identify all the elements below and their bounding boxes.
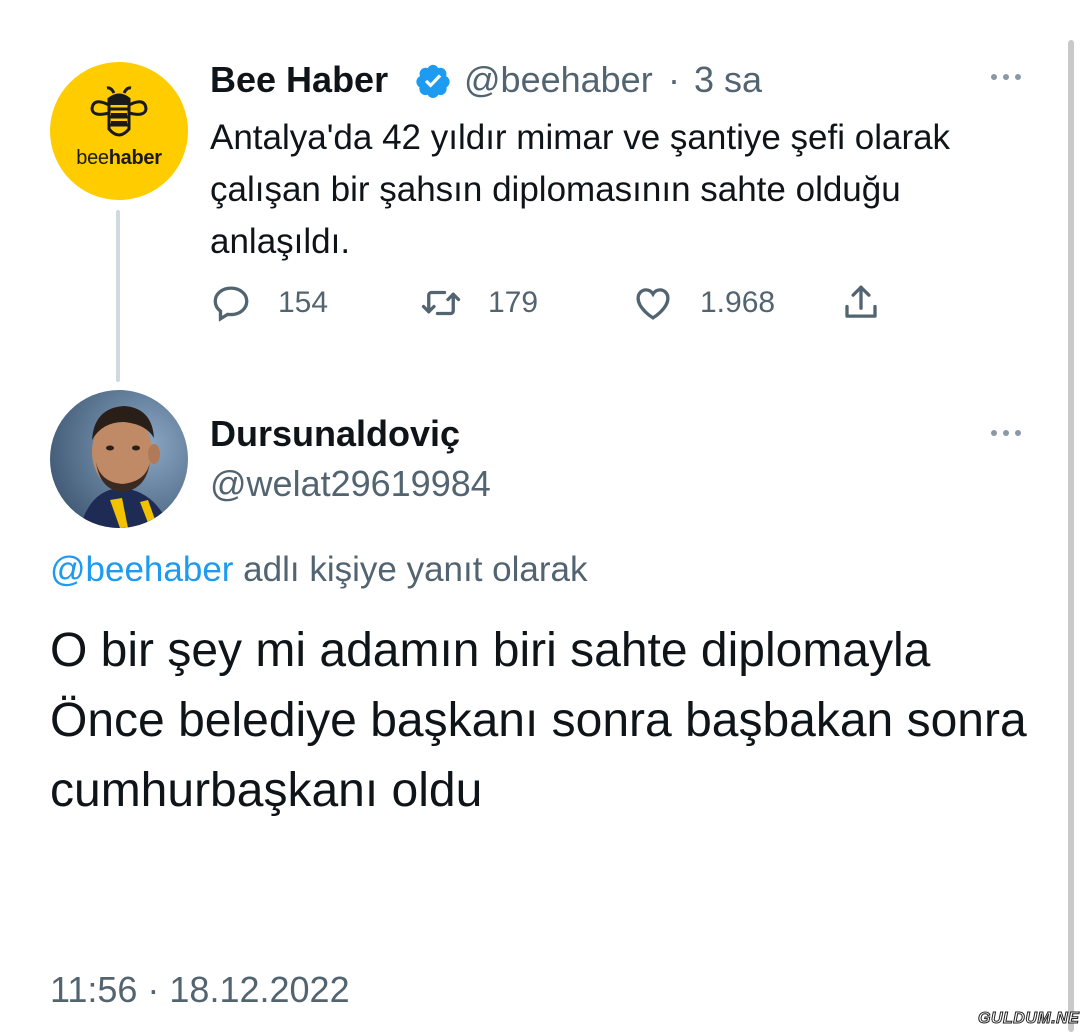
reply-tweet-text: O bir şey mi adamın biri sahte diplomayl… (50, 624, 1027, 817)
retweet-count: 179 (488, 286, 539, 319)
bee-logo-icon (90, 85, 148, 136)
watermark: GULDUM.NET (978, 1010, 1080, 1028)
retweet-icon (421, 290, 461, 316)
reply-handle[interactable]: @welat29619984 (210, 462, 491, 506)
like-button[interactable]: 1.968 (632, 282, 775, 324)
display-name[interactable]: Bee Haber (210, 58, 388, 102)
tweet-text: Antalya'da 42 yıldır mimar ve şantiye şe… (210, 118, 951, 261)
tweet-timestamp[interactable]: 11:56 · 18.12.2022 (50, 968, 350, 1012)
share-button[interactable] (840, 282, 882, 324)
scrollbar[interactable] (1068, 40, 1074, 1032)
more-options-icon[interactable] (986, 418, 1026, 448)
retweet-button[interactable]: 179 (420, 282, 538, 324)
replying-to-mention[interactable]: @beehaber (50, 550, 233, 589)
verified-badge-icon (416, 64, 450, 98)
reply-display-name[interactable]: Dursunaldoviç (210, 412, 460, 456)
profile-photo (50, 390, 188, 528)
beehaber-avatar[interactable]: beehaber (50, 62, 188, 200)
avatar-brand-text: beehaber (76, 146, 162, 169)
replying-to-label: adlı kişiye yanıt olarak (233, 550, 588, 589)
more-options-icon[interactable] (986, 62, 1026, 92)
reply-count: 154 (278, 286, 329, 319)
handle[interactable]: @beehaber (464, 58, 653, 102)
user-avatar[interactable] (50, 390, 188, 528)
replying-to-line: @beehaber adlı kişiye yanıt olarak (50, 548, 588, 592)
share-icon (845, 285, 877, 318)
thread-connector-line (116, 210, 120, 382)
reply-bubble-icon (213, 286, 249, 322)
heart-icon (636, 288, 670, 320)
reply-button[interactable]: 154 (210, 282, 328, 324)
tweet-time-ago[interactable]: 3 sa (694, 58, 762, 102)
separator-dot: · (668, 59, 680, 100)
like-count: 1.968 (700, 286, 776, 319)
